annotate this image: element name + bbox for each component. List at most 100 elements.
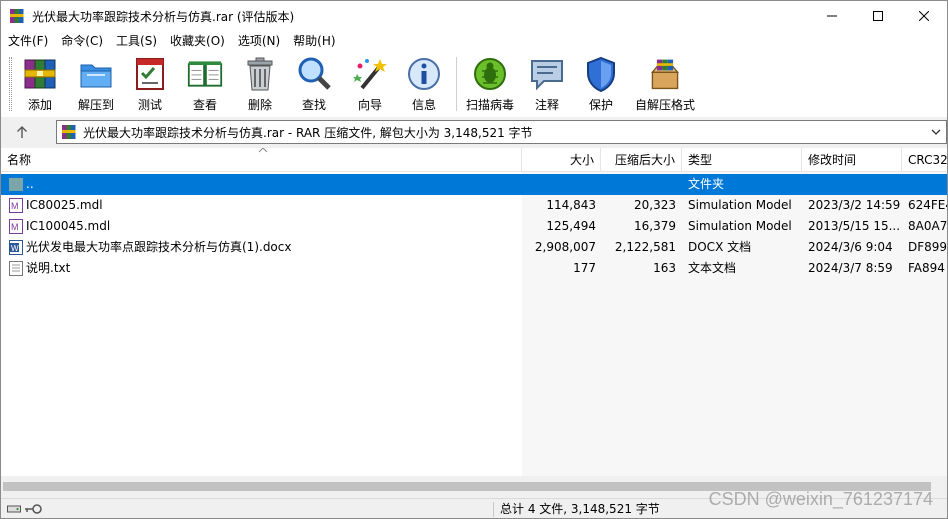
file-crc: DF899 — [908, 240, 947, 254]
menu-favorites[interactable]: 收藏夹(O) — [163, 31, 231, 51]
table-row[interactable]: M IC100045.mdl 125,494 16,379 Simulation… — [1, 216, 947, 237]
file-size — [522, 174, 596, 195]
comment-label: 注释 — [534, 98, 559, 112]
toolbar-separator — [456, 57, 457, 111]
trash-can-icon — [242, 55, 278, 93]
menu-help[interactable]: 帮助(H) — [286, 31, 341, 51]
column-header-row: 名称 大小 压缩后大小 类型 修改时间 CRC32 — [1, 148, 947, 172]
watermark-text: CSDN @weixin_761237174 — [708, 489, 933, 509]
maximize-icon — [873, 11, 883, 21]
menu-options[interactable]: 选项(N) — [231, 31, 286, 51]
file-modified — [808, 174, 900, 195]
sort-ascending-icon — [258, 148, 268, 153]
file-type: Simulation Model — [688, 198, 792, 212]
file-name: IC100045.mdl — [26, 219, 111, 233]
chevron-down-icon — [931, 129, 941, 135]
extract-to-label: 解压到 — [77, 98, 114, 112]
extract-folder-icon — [78, 55, 114, 93]
file-name: 光伏发电最大功率点跟踪技术分析与仿真(1).docx — [26, 240, 292, 254]
menu-bar: 文件(F) 命令(C) 工具(S) 收藏夹(O) 选项(N) 帮助(H) — [1, 31, 947, 51]
rar-archive-icon — [61, 124, 77, 140]
file-name: IC80025.mdl — [26, 198, 103, 212]
status-icons — [7, 503, 42, 515]
info-button[interactable]: 信息 — [407, 55, 441, 113]
view-button[interactable]: 查看 — [184, 55, 226, 113]
maximize-button[interactable] — [855, 1, 901, 31]
wizard-button[interactable]: 向导 — [352, 55, 388, 113]
magnifier-icon — [296, 55, 332, 93]
test-label: 测试 — [137, 98, 162, 112]
file-type: 文件夹 — [688, 177, 725, 191]
file-packed-size: 163 — [653, 261, 676, 275]
file-size: 177 — [573, 261, 596, 275]
column-header-type[interactable]: 类型 — [682, 148, 802, 172]
drive-icon — [7, 505, 21, 513]
status-summary: 总计 4 文件, 3,148,521 字节 — [500, 502, 660, 516]
table-row-parent[interactable]: .. 文件夹 — [1, 174, 947, 195]
winrar-window: 光伏最大功率跟踪技术分析与仿真.rar (评估版本) 文件(F) 命令(C) 工… — [0, 0, 948, 519]
file-name: .. — [26, 177, 34, 191]
comment-icon — [529, 55, 565, 93]
column-header-size[interactable]: 大小 — [522, 148, 601, 172]
toolbar-grip[interactable] — [9, 57, 12, 111]
delete-button[interactable]: 删除 — [243, 55, 277, 113]
scan-virus-label: 扫描病毒 — [465, 98, 514, 112]
file-modified: 2024/3/7 8:59 — [808, 261, 893, 275]
winrar-app-icon — [9, 8, 25, 24]
file-packed-size: 20,323 — [634, 198, 676, 212]
mdl-file-icon: M — [9, 219, 23, 234]
delete-label: 删除 — [247, 98, 272, 112]
column-header-modified[interactable]: 修改时间 — [802, 148, 902, 172]
wizard-label: 向导 — [357, 98, 382, 112]
minimize-button[interactable] — [809, 1, 855, 31]
key-icon — [25, 504, 42, 514]
column-header-crc32[interactable]: CRC32 — [902, 148, 947, 172]
menu-tools[interactable]: 工具(S) — [109, 31, 163, 51]
folder-up-icon — [9, 177, 23, 192]
address-bar[interactable]: 光伏最大功率跟踪技术分析与仿真.rar - RAR 压缩文件, 解包大小为 3,… — [56, 120, 947, 144]
file-crc: FA894 — [908, 261, 945, 275]
file-size: 125,494 — [546, 219, 596, 233]
arrow-up-icon — [17, 126, 27, 138]
table-row[interactable]: 说明.txt 177 163 文本文档 2024/3/7 8:59 FA894 — [1, 258, 947, 279]
file-packed-size: 16,379 — [634, 219, 676, 233]
shield-icon — [583, 55, 619, 93]
up-one-level-button[interactable] — [11, 123, 33, 141]
add-archive-icon — [22, 55, 58, 93]
file-modified: 2013/5/15 15... — [808, 219, 900, 233]
file-name: 说明.txt — [26, 261, 71, 275]
file-crc: 8A0A7 — [908, 219, 947, 233]
info-icon — [406, 55, 442, 93]
scan-virus-button[interactable]: 扫描病毒 — [464, 55, 516, 113]
protect-label: 保护 — [588, 98, 613, 112]
column-header-packed[interactable]: 压缩后大小 — [601, 148, 682, 172]
add-button[interactable]: 添加 — [21, 55, 59, 113]
file-modified: 2023/3/2 14:59 — [808, 198, 900, 212]
table-row[interactable]: M IC80025.mdl 114,843 20,323 Simulation … — [1, 195, 947, 216]
address-dropdown-button[interactable] — [930, 126, 942, 141]
sfx-label: 自解压格式 — [634, 98, 695, 112]
add-label: 添加 — [27, 98, 52, 112]
menu-commands[interactable]: 命令(C) — [54, 31, 109, 51]
word-file-icon: W — [9, 240, 23, 255]
text-file-icon — [9, 261, 23, 276]
address-text: 光伏最大功率跟踪技术分析与仿真.rar - RAR 压缩文件, 解包大小为 3,… — [83, 125, 533, 140]
test-button[interactable]: 测试 — [133, 55, 167, 113]
file-modified: 2024/3/6 9:04 — [808, 240, 893, 254]
file-crc — [908, 174, 947, 195]
close-button[interactable] — [901, 1, 947, 31]
table-row[interactable]: W 光伏发电最大功率点跟踪技术分析与仿真(1).docx 2,908,007 2… — [1, 237, 947, 258]
extract-to-button[interactable]: 解压到 — [75, 55, 117, 113]
info-label: 信息 — [411, 98, 436, 112]
sfx-box-icon — [647, 55, 683, 93]
test-checklist-icon — [132, 55, 168, 93]
wizard-wand-icon — [352, 55, 388, 93]
menu-file[interactable]: 文件(F) — [1, 31, 54, 51]
find-button[interactable]: 查找 — [297, 55, 331, 113]
find-label: 查找 — [301, 98, 326, 112]
comment-button[interactable]: 注释 — [529, 55, 565, 113]
protect-button[interactable]: 保护 — [586, 55, 616, 113]
file-type: 文本文档 — [688, 261, 737, 275]
sfx-button[interactable]: 自解压格式 — [634, 55, 696, 113]
svg-text:W: W — [11, 244, 19, 253]
